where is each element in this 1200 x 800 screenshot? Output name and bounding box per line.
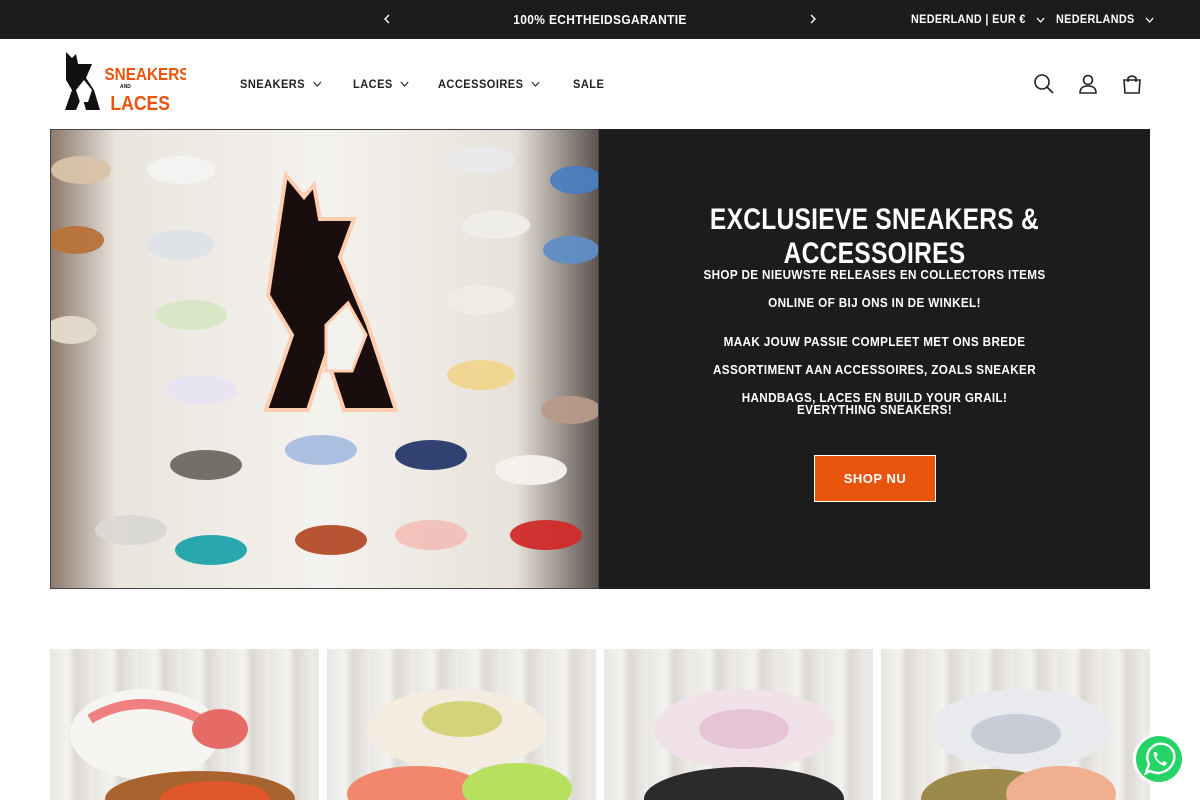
product-image <box>644 689 844 800</box>
cart-icon[interactable] <box>1121 73 1143 95</box>
nav-item-sale[interactable]: SALE <box>573 77 604 91</box>
chevron-down-icon <box>400 81 409 87</box>
product-card[interactable] <box>50 649 319 800</box>
svg-text:LACES: LACES <box>110 92 170 114</box>
nav-item-label: SALE <box>572 77 605 91</box>
logo[interactable]: SNEAKERS AND LACES <box>62 50 189 114</box>
language-selector[interactable]: NEDERLANDS <box>1056 0 1154 39</box>
search-icon[interactable] <box>1033 73 1055 95</box>
product-card[interactable] <box>327 649 596 800</box>
product-image <box>347 689 572 800</box>
country-selector[interactable]: NEDERLAND | EUR € <box>911 0 1045 39</box>
hero-text-panel: EXCLUSIEVE SNEAKERS & ACCESSOIRES SHOP D… <box>599 129 1150 589</box>
country-selector-label: NEDERLAND | EUR € <box>911 12 1026 26</box>
svg-text:SNEAKERS: SNEAKERS <box>105 64 187 84</box>
product-card[interactable] <box>881 649 1150 800</box>
hero-paragraph-1: SHOP DE NIEUWSTE RELEASES EN COLLECTORS … <box>703 267 1046 310</box>
nav-item-label: ACCESSOIRES <box>437 77 524 91</box>
whatsapp-icon[interactable] <box>1132 732 1186 786</box>
nav-item-label: SNEAKERS <box>240 77 306 91</box>
announcement-bar: 100% ECHTHEIDSGARANTIE NEDERLAND | EUR €… <box>0 0 1200 39</box>
product-image <box>921 689 1116 800</box>
nav-item-sneakers[interactable]: SNEAKERS <box>240 77 322 91</box>
hero-banner: EXCLUSIEVE SNEAKERS & ACCESSOIRES SHOP D… <box>50 129 1150 589</box>
chevron-right-icon[interactable] <box>806 12 820 26</box>
main-nav: SNEAKERS LACES ACCESSOIRES SALE <box>240 39 631 129</box>
language-selector-label: NEDERLANDS <box>1056 12 1135 26</box>
site-header: SNEAKERS AND LACES SNEAKERS LACES ACCESS… <box>0 39 1200 129</box>
chevron-down-icon <box>1145 17 1154 23</box>
product-image <box>70 689 295 800</box>
chevron-left-icon[interactable] <box>380 12 394 26</box>
logo-mark-icon: SNEAKERS AND LACES <box>65 52 189 114</box>
product-card[interactable] <box>604 649 873 800</box>
shop-now-button[interactable]: SHOP NU <box>814 455 936 502</box>
nav-item-laces[interactable]: LACES <box>353 77 409 91</box>
chevron-down-icon <box>531 81 540 87</box>
chevron-down-icon <box>1036 17 1045 23</box>
svg-text:AND: AND <box>120 84 131 90</box>
hero-image <box>50 129 599 589</box>
account-icon[interactable] <box>1077 73 1099 95</box>
hero-paragraph-3: EVERYTHING SNEAKERS! <box>797 402 952 417</box>
announcement-message: 100% ECHTHEIDSGARANTIE <box>513 12 687 27</box>
nav-item-accessoires[interactable]: ACCESSOIRES <box>438 77 540 91</box>
chevron-down-icon <box>312 81 322 87</box>
nav-item-label: LACES <box>352 77 393 91</box>
